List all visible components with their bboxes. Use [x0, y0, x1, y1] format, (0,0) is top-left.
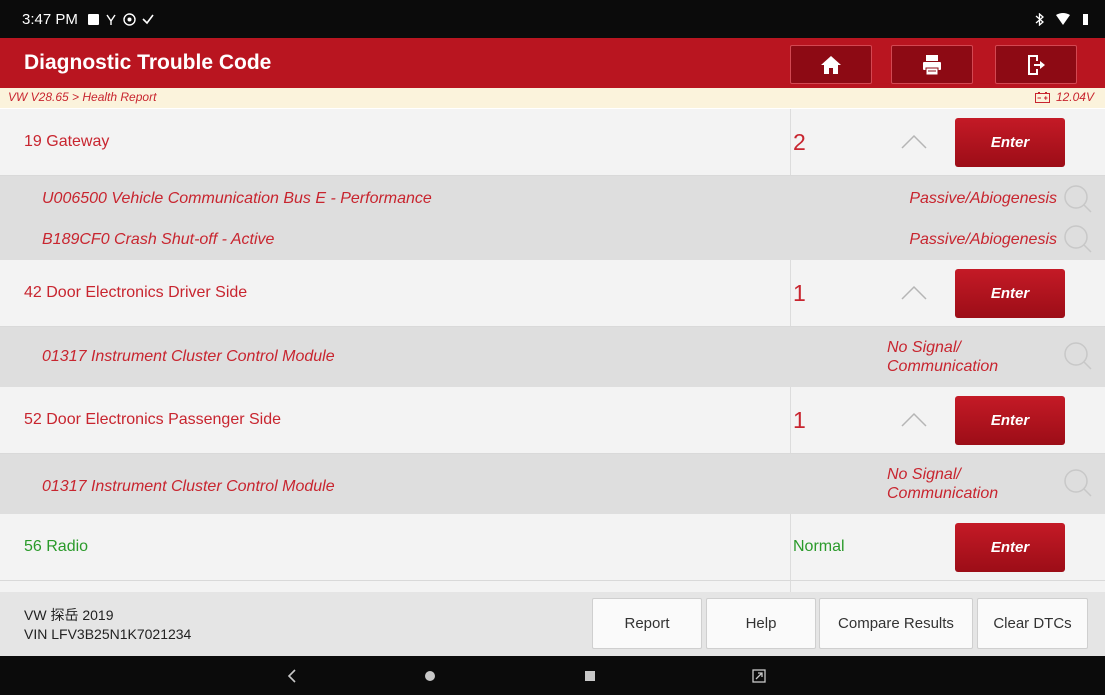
settings-notification-icon [123, 12, 136, 26]
screenshot-button[interactable] [752, 656, 766, 695]
exit-icon [1028, 54, 1045, 75]
chevron-up-icon[interactable] [897, 408, 931, 432]
recents-button[interactable] [584, 656, 596, 695]
status-bar: 3:47 PM [0, 0, 1105, 38]
system-row[interactable]: 19 Gateway 2 Enter [0, 109, 1105, 176]
app-header: Diagnostic Trouble Code [0, 38, 1105, 88]
magnifier-icon[interactable] [1063, 341, 1093, 371]
dtc-status-line: Communication [887, 358, 999, 375]
chevron-up-icon[interactable] [897, 130, 931, 154]
breadcrumb: VW V28.65 > Health Report 12.04V [0, 88, 1105, 108]
dtc-status-line: Communication [887, 485, 999, 502]
dtc-status: No Signal/ Communication [887, 465, 998, 503]
usb-icon [106, 14, 116, 25]
wifi-icon [1056, 13, 1070, 25]
dtc-code: 01317 Instrument Cluster Control Module [42, 478, 335, 495]
dtc-status: Passive/Abiogenesis [909, 231, 1057, 248]
system-name: 42 Door Electronics Driver Side [24, 284, 248, 301]
compare-results-button[interactable]: Compare Results [819, 598, 973, 649]
dtc-status-line: No Signal/ [887, 466, 961, 483]
dtc-count: 2 [793, 129, 806, 155]
page-title: Diagnostic Trouble Code [24, 51, 272, 74]
dtc-code: U006500 Vehicle Communication Bus E - Pe… [42, 190, 432, 207]
recents-icon [585, 670, 595, 681]
system-name: 56 Radio [24, 538, 89, 555]
dtc-code: 01317 Instrument Cluster Control Module [42, 348, 335, 365]
column-divider [790, 514, 791, 580]
system-status: Normal [793, 538, 845, 555]
help-button[interactable]: Help [706, 598, 816, 649]
enter-button[interactable]: Enter [955, 396, 1065, 445]
check-icon [142, 14, 154, 25]
system-name: 52 Door Electronics Passenger Side [24, 411, 282, 428]
enter-button[interactable]: Enter [955, 118, 1065, 167]
vehicle-info: VW 探岳 2019 [24, 607, 114, 623]
magnifier-icon[interactable] [1063, 224, 1093, 254]
print-icon [923, 54, 941, 75]
column-divider [790, 387, 791, 453]
notification-icons [87, 12, 154, 26]
back-icon [287, 668, 296, 683]
system-row[interactable]: 56 Radio Normal Enter [0, 514, 1105, 581]
dtc-count: 1 [793, 407, 806, 433]
home-icon [821, 55, 841, 74]
system-name: 19 Gateway [24, 133, 110, 150]
print-button[interactable] [891, 45, 973, 84]
breadcrumb-path: VW V28.65 > Health Report [8, 90, 157, 104]
dtc-code: B189CF0 Crash Shut-off - Active [42, 231, 275, 248]
column-divider [790, 581, 791, 592]
vin-info: VIN LFV3B25N1K7021234 [24, 626, 192, 642]
battery-status-icon [1083, 13, 1088, 25]
dtc-group: 01317 Instrument Cluster Control Module … [0, 454, 1105, 514]
column-divider [790, 260, 791, 326]
image-notification-icon [87, 13, 99, 25]
system-row[interactable]: 42 Door Electronics Driver Side 1 Enter [0, 260, 1105, 327]
clear-dtcs-button[interactable]: Clear DTCs [977, 598, 1088, 649]
enter-button[interactable]: Enter [955, 523, 1065, 572]
dtc-status: No Signal/ Communication [887, 338, 998, 376]
back-button[interactable] [287, 656, 297, 695]
home-button[interactable] [790, 45, 872, 84]
home-dot-icon [425, 670, 435, 681]
dtc-status-line: No Signal/ [887, 339, 961, 356]
voltage-value: 12.04V [1055, 90, 1094, 104]
chevron-up-icon[interactable] [897, 281, 931, 305]
dtc-group: U006500 Vehicle Communication Bus E - Pe… [0, 176, 1105, 260]
screenshot-icon [752, 668, 766, 683]
home-nav-button[interactable] [423, 656, 437, 695]
battery-voltage: 12.04V [1034, 90, 1094, 104]
system-icons [1035, 0, 1089, 38]
battery-icon [1034, 91, 1050, 103]
bluetooth-icon [1035, 12, 1044, 26]
navigation-bar [0, 656, 1105, 695]
magnifier-icon[interactable] [1063, 184, 1093, 214]
report-button[interactable]: Report [592, 598, 702, 649]
magnifier-icon[interactable] [1063, 468, 1093, 498]
dtc-group: 01317 Instrument Cluster Control Module … [0, 327, 1105, 387]
exit-button[interactable] [995, 45, 1077, 84]
dtc-count: 1 [793, 280, 806, 306]
system-row-partial [0, 581, 1105, 592]
column-divider [790, 109, 791, 175]
status-time: 3:47 PM [22, 10, 78, 28]
footer-bar: VW 探岳 2019 VIN LFV3B25N1K7021234 Report … [0, 592, 1105, 656]
system-row[interactable]: 52 Door Electronics Passenger Side 1 Ent… [0, 387, 1105, 454]
enter-button[interactable]: Enter [955, 269, 1065, 318]
dtc-status: Passive/Abiogenesis [909, 190, 1057, 207]
